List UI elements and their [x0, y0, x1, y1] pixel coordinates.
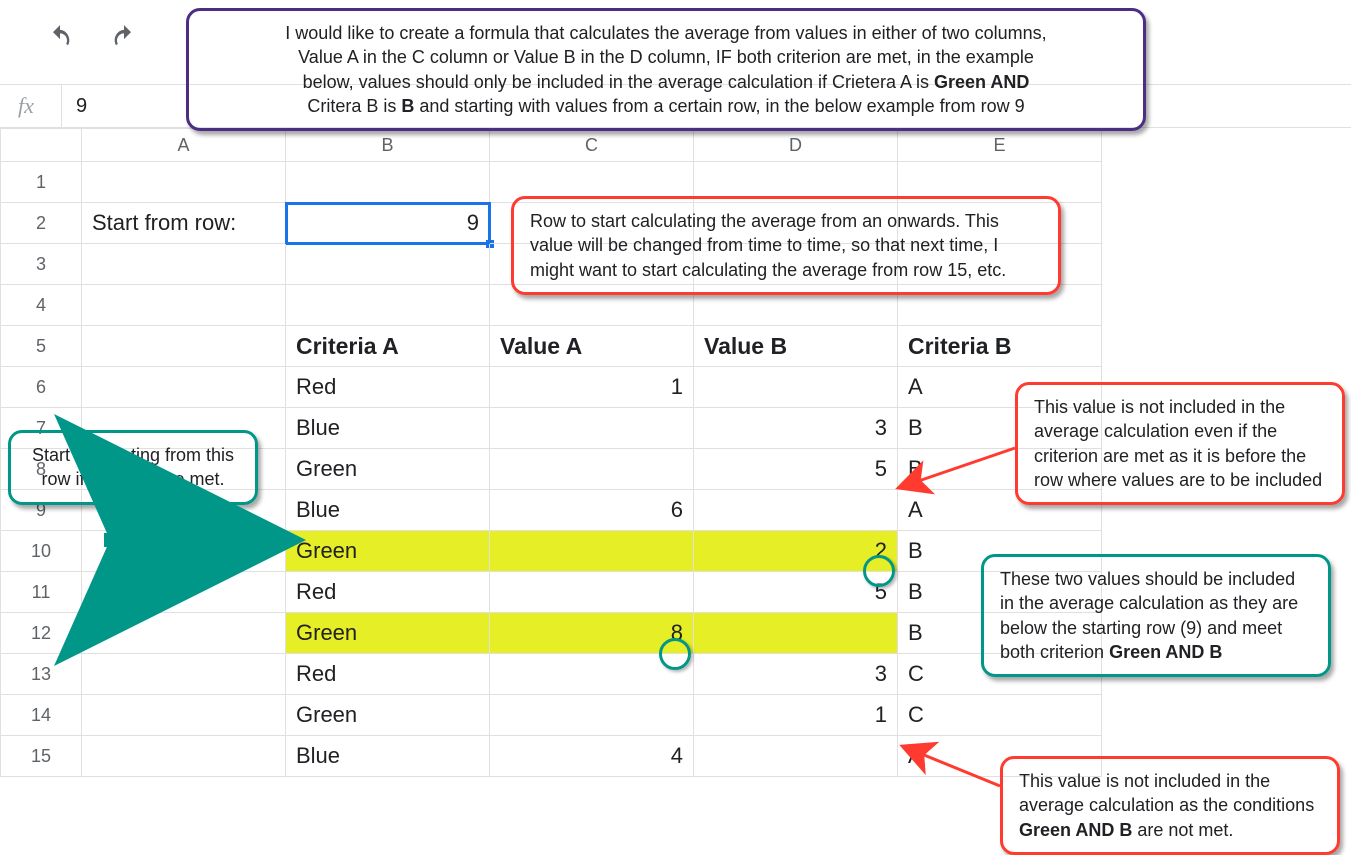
cell-b2-selected[interactable]: 9: [286, 203, 490, 244]
row-header[interactable]: 3: [0, 244, 82, 285]
col-header-c[interactable]: C: [490, 128, 694, 162]
col-header-e[interactable]: E: [898, 128, 1102, 162]
table-cell[interactable]: Red: [286, 367, 490, 408]
row-header[interactable]: 2: [0, 203, 82, 244]
row-header[interactable]: 5: [0, 326, 82, 367]
header-value-b[interactable]: Value B: [694, 326, 898, 367]
header-value-a[interactable]: Value A: [490, 326, 694, 367]
col-header-a[interactable]: A: [82, 128, 286, 162]
callout-top-right-red: This value is not included in the averag…: [1015, 382, 1345, 505]
fx-label: fx: [0, 85, 62, 127]
callout-top: I would like to create a formula that ca…: [186, 8, 1146, 131]
select-all-corner[interactable]: [0, 128, 82, 162]
col-header-d[interactable]: D: [694, 128, 898, 162]
toolbar: [46, 24, 138, 57]
row-header[interactable]: 1: [0, 162, 82, 203]
cell-a1[interactable]: [82, 162, 286, 203]
cell-b1[interactable]: [286, 162, 490, 203]
column-headers: A B C D E: [0, 128, 1351, 162]
col-header-b[interactable]: B: [286, 128, 490, 162]
cell-a2[interactable]: Start from row:: [82, 203, 286, 244]
callout-bottom-red: This value is not included in the averag…: [1000, 756, 1340, 855]
formula-value[interactable]: 9: [62, 95, 87, 118]
redo-icon[interactable]: [110, 24, 138, 57]
circle-value-8: [659, 638, 691, 670]
callout-left-teal: Start calculating from this row if crite…: [8, 430, 258, 505]
undo-icon[interactable]: [46, 24, 74, 57]
row-header[interactable]: 4: [0, 285, 82, 326]
header-criteria-a[interactable]: Criteria A: [286, 326, 490, 367]
circle-value-2: [863, 555, 895, 587]
callout-start-desc: Row to start calculating the average fro…: [511, 196, 1061, 295]
header-criteria-b[interactable]: Criteria B: [898, 326, 1102, 367]
callout-mid-teal: These two values should be included in t…: [981, 554, 1331, 677]
